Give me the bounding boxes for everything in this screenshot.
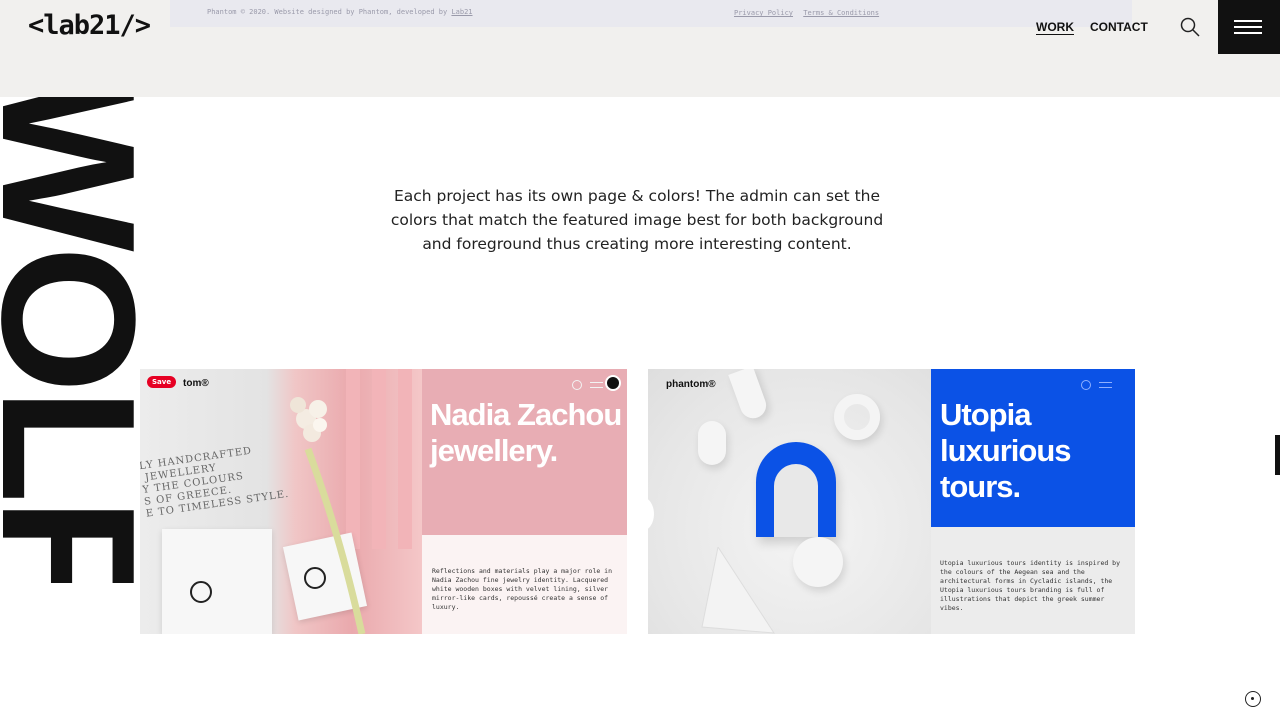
previous-page-footer: Phantom © 2020. Website designed by Phan… [170, 0, 1132, 27]
z-logo-icon [190, 581, 212, 603]
search-icon [572, 380, 582, 390]
search-icon [1081, 380, 1091, 390]
project-description: Reflections and materials play a major r… [432, 567, 613, 611]
project-title: Utopia luxurious tours. [940, 397, 1072, 504]
privacy-policy-link[interactable]: Privacy Policy [734, 9, 793, 17]
developer-link[interactable]: Lab21 [451, 8, 472, 16]
menu-icon [590, 382, 603, 388]
card-brand: phantom® [666, 379, 716, 390]
project-title: Nadia Zachou jewellery. [430, 397, 622, 468]
cone-shape [701, 547, 775, 634]
hamburger-icon [1234, 20, 1262, 22]
copyright-text: Phantom © 2020. Website designed by Phan… [207, 8, 473, 16]
search-icon[interactable] [1180, 17, 1200, 37]
project-description: Utopia luxurious tours identity is inspi… [940, 559, 1121, 612]
sphere-shape [793, 537, 843, 587]
capsule-shape [698, 421, 726, 465]
legal-links: Privacy Policy Terms & Conditions [734, 9, 885, 17]
nav-contact[interactable]: CONTACT [1090, 20, 1148, 34]
visual-search-icon[interactable] [605, 375, 621, 391]
project-card-utopia[interactable]: phantom® Utopia luxurious tours. Utopia … [648, 369, 1135, 634]
card-toolbar [572, 380, 603, 390]
card-toolbar [1081, 380, 1112, 390]
main-nav: WORK CONTACT [1036, 20, 1148, 34]
blue-arch-shape [756, 442, 836, 537]
hamburger-menu-button[interactable] [1218, 0, 1280, 54]
menu-icon [1099, 382, 1112, 388]
ring-shape [834, 394, 880, 440]
project-card-nadia-zachou[interactable]: LY HANDCRAFTED JEWELLERY Y THE COLOURS S… [140, 369, 627, 634]
scroll-top-icon[interactable] [1245, 691, 1261, 707]
terms-link[interactable]: Terms & Conditions [803, 9, 879, 17]
copyright-label: Phantom © 2020. Website designed by Phan… [207, 8, 448, 16]
pinterest-save-button[interactable]: Save [147, 376, 177, 388]
scroll-indicator[interactable] [1275, 435, 1280, 475]
flower-illustration [290, 397, 366, 634]
card-brand: tom® [183, 378, 209, 389]
intro-paragraph: Each project has its own page & colors! … [390, 187, 884, 253]
jewellery-box [162, 529, 272, 634]
vertical-headline-text: WOLF [0, 97, 174, 583]
site-logo[interactable]: <lab21/> [28, 10, 151, 41]
nav-work[interactable]: WORK [1036, 20, 1074, 34]
